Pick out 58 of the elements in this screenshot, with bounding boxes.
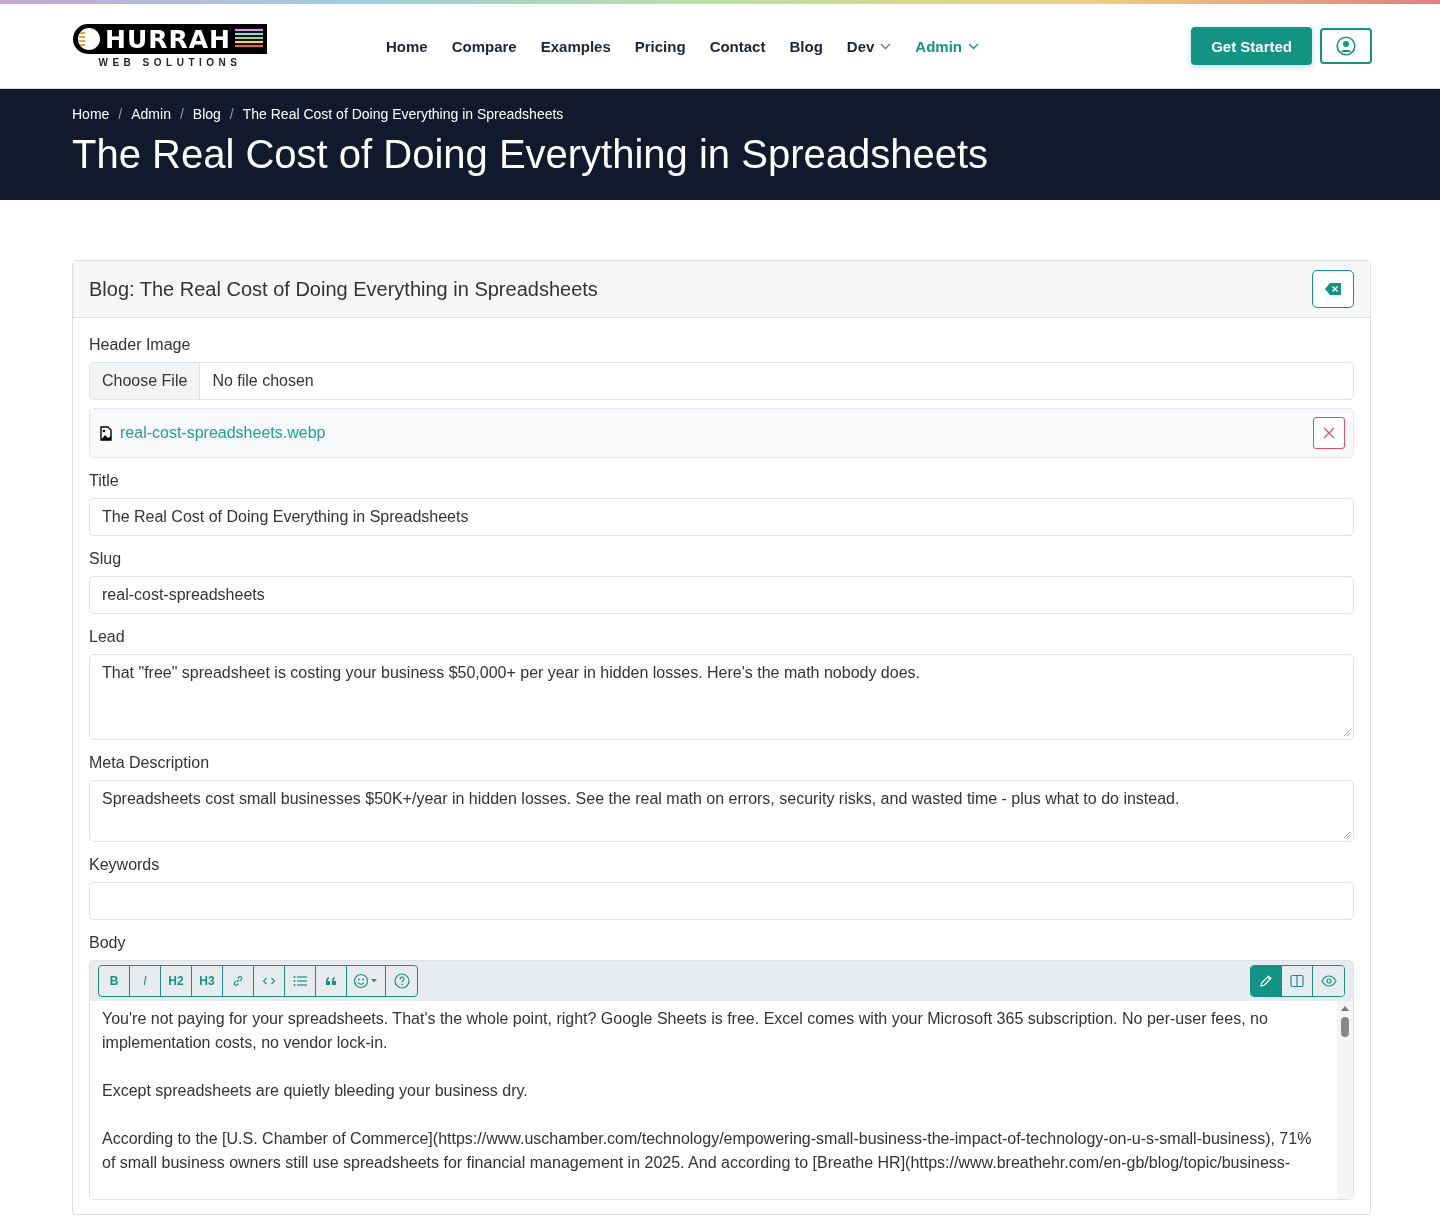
- breadcrumb-separator: /: [229, 106, 234, 122]
- help-icon: [393, 973, 410, 989]
- view-mode-button[interactable]: [1251, 966, 1282, 996]
- smiley-icon: [353, 973, 379, 989]
- logo-tagline: WEB SOLUTIONS: [98, 57, 242, 68]
- body-paragraph: Except spreadsheets are quietly bleeding your business dry.: [102, 1081, 529, 1101]
- nav-link[interactable]: Blog: [789, 37, 823, 55]
- breadcrumb-current: The Real Cost of Doing Everything in Spreadsheets: [242, 106, 564, 122]
- breadcrumb-link[interactable]: Blog: [192, 106, 221, 122]
- nav-link[interactable]: Home: [386, 37, 428, 55]
- nav-link[interactable]: Compare: [451, 37, 517, 55]
- text-area[interactable]: Spreadsheets cost small businesses $50K+/year in hidden losses. See the real math on errors, security risks, and wasted time - plus what to do instead.: [89, 780, 1354, 842]
- card-title: Blog: The Real Cost of Doing Everything in Spreadsheets: [89, 277, 598, 301]
- columns-icon: [1290, 974, 1304, 988]
- code-icon: [262, 976, 276, 986]
- remove-button[interactable]: [1313, 417, 1345, 449]
- clear-button[interactable]: [1312, 270, 1354, 308]
- text-field[interactable]: The Real Cost of Doing Everything in Spreadsheets: [89, 498, 1354, 536]
- nav-link[interactable]: Dev: [846, 37, 892, 55]
- nav-link[interactable]: Examples: [540, 37, 611, 55]
- field-label: Body: [89, 934, 127, 952]
- nav-link[interactable]: Pricing: [634, 37, 686, 55]
- logo-mark[interactable]: HURRAH: [73, 24, 267, 54]
- link-icon: [232, 975, 244, 987]
- text-field[interactable]: [89, 882, 1354, 920]
- nav-link[interactable]: Contact: [709, 37, 766, 55]
- get-started-button[interactable]: Get Started: [1191, 27, 1312, 65]
- scrollbar-drawing: [1340, 1005, 1350, 1037]
- close-icon: [1323, 427, 1335, 439]
- account-button[interactable]: [1320, 28, 1372, 64]
- field-label: Keywords: [89, 856, 161, 874]
- file-status: No file chosen: [211, 371, 315, 391]
- breadcrumb-separator: /: [179, 106, 184, 122]
- choose-file-button[interactable]: Choose File: [90, 363, 201, 399]
- breadcrumb-separator: /: [118, 106, 123, 122]
- file-input[interactable]: Choose File No file chosen: [89, 362, 1354, 400]
- eye-icon: [1320, 975, 1337, 987]
- quote-icon: [325, 976, 337, 986]
- image-file-icon: [100, 425, 112, 441]
- user-icon: [1336, 36, 1356, 56]
- page-title: The Real Cost of Doing Everything in Spreadsheets: [72, 132, 990, 176]
- resize-handle-icon[interactable]: [1343, 831, 1351, 839]
- breadcrumb-link[interactable]: Home: [72, 106, 110, 122]
- text-field[interactable]: real-cost-spreadsheets: [89, 576, 1354, 614]
- field-label: Slug: [89, 550, 123, 568]
- pencil-icon: [1259, 974, 1273, 988]
- field-label: Header Image: [89, 336, 192, 354]
- field-label: Meta Description: [89, 754, 211, 772]
- body-paragraph: You're not paying for your spreadsheets. That's the whole point, right? Google Sheets is free. Excel comes with your Microsoft 365 subscription. No per-user fees, no implementation costs, no vendor lock-in.: [102, 1009, 1269, 1053]
- field-label: Title: [89, 472, 120, 490]
- breadcrumb-link[interactable]: Admin: [131, 106, 171, 122]
- body-paragraph: According to the [U.S. Chamber of Commerce](https://www.uschamber.com/technology/empowering-small-business-the-impact-of-technology-on-u-s-small-business), 71% of small business owners still use spreadsheets for financial management in 2025. And according to [Breathe HR](https://www.breathehr.com/en-gb/blog/topic/business-: [102, 1129, 1313, 1173]
- backspace-icon: [1325, 283, 1341, 295]
- resize-handle-icon[interactable]: [1343, 729, 1351, 737]
- field-label: Lead: [89, 628, 126, 646]
- list-icon: [293, 975, 307, 987]
- nav-link[interactable]: Admin: [915, 37, 979, 55]
- text-area[interactable]: That "free" spreadsheet is costing your business $50,000+ per year in hidden losses. Here's the math nobody does.: [89, 654, 1354, 740]
